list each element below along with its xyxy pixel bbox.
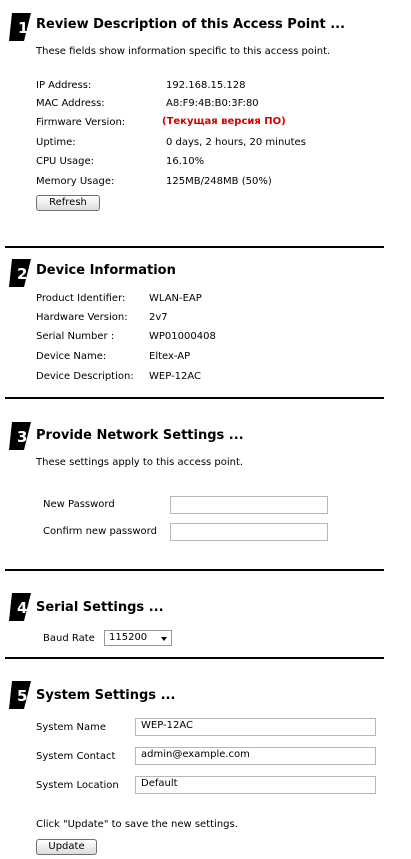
step-2-icon: 2: [9, 259, 31, 287]
uptime-label: Uptime:: [36, 137, 76, 148]
memory-usage-value: 125MB/248MB (50%): [166, 176, 272, 187]
system-location-label: System Location: [36, 780, 119, 791]
section-description-review: These fields show information specific t…: [36, 46, 331, 57]
svg-text:3: 3: [17, 428, 27, 446]
step-4-icon: 4: [9, 593, 31, 621]
memory-usage-label: Memory Usage:: [36, 176, 115, 187]
device-name-value: Eltex-AP: [149, 351, 191, 362]
device-description-value: WEP-12AC: [149, 371, 201, 382]
system-name-field[interactable]: WEP-12AC: [135, 718, 376, 736]
system-name-label: System Name: [36, 722, 106, 733]
svg-text:5: 5: [17, 687, 27, 705]
firmware-version-value: (Текущая версия ПО): [162, 116, 286, 127]
confirm-password-label: Confirm new password: [43, 526, 157, 537]
hardware-version-value: 2v7: [149, 312, 168, 323]
uptime-value: 0 days, 2 hours, 20 minutes: [166, 137, 306, 148]
product-identifier-value: WLAN-EAP: [149, 293, 202, 304]
section-description-network: These settings apply to this access poin…: [36, 457, 244, 468]
section-divider: [5, 569, 384, 571]
ip-address-label: IP Address:: [36, 80, 92, 91]
baud-rate-label: Baud Rate: [43, 633, 95, 644]
update-button[interactable]: Update: [36, 839, 97, 855]
ip-address-value: 192.168.15.128: [166, 80, 246, 91]
device-description-label: Device Description:: [36, 371, 134, 382]
section-title-serial-settings: Serial Settings ...: [36, 600, 164, 615]
update-hint: Click "Update" to save the new settings.: [36, 819, 238, 830]
hardware-version-label: Hardware Version:: [36, 312, 128, 323]
cpu-usage-label: CPU Usage:: [36, 156, 95, 167]
serial-number-value: WP01000408: [149, 331, 216, 342]
firmware-version-label: Firmware Version:: [36, 117, 126, 128]
system-location-field[interactable]: Default: [135, 776, 376, 794]
new-password-field[interactable]: [170, 496, 328, 514]
refresh-button[interactable]: Refresh: [36, 195, 100, 211]
section-title-system-settings: System Settings ...: [36, 688, 176, 703]
section-divider: [5, 397, 384, 399]
section-divider: [5, 657, 384, 659]
svg-text:1: 1: [18, 19, 28, 37]
mac-address-label: MAC Address:: [36, 98, 105, 109]
step-5-icon: 5: [9, 681, 31, 709]
new-password-label: New Password: [43, 499, 115, 510]
cpu-usage-value: 16.10%: [166, 156, 205, 167]
baud-rate-select[interactable]: 115200: [104, 630, 172, 646]
chevron-down-icon: [161, 637, 167, 641]
device-name-label: Device Name:: [36, 351, 107, 362]
section-title-device-information: Device Information: [36, 263, 176, 278]
section-title-network-settings: Provide Network Settings ...: [36, 428, 244, 443]
svg-text:2: 2: [17, 265, 27, 283]
system-contact-field[interactable]: admin@example.com: [135, 747, 376, 765]
step-1-icon: 1: [9, 13, 31, 41]
section-title-review: Review Description of this Access Point …: [36, 17, 346, 32]
product-identifier-label: Product Identifier:: [36, 293, 126, 304]
svg-text:4: 4: [17, 599, 27, 617]
section-divider: [5, 246, 384, 248]
confirm-password-field[interactable]: [170, 523, 328, 541]
system-contact-label: System Contact: [36, 751, 116, 762]
baud-rate-selected-value: 115200: [109, 632, 148, 643]
mac-address-value: A8:F9:4B:B0:3F:80: [166, 98, 259, 109]
step-3-icon: 3: [9, 422, 31, 450]
serial-number-label: Serial Number :: [36, 331, 115, 342]
